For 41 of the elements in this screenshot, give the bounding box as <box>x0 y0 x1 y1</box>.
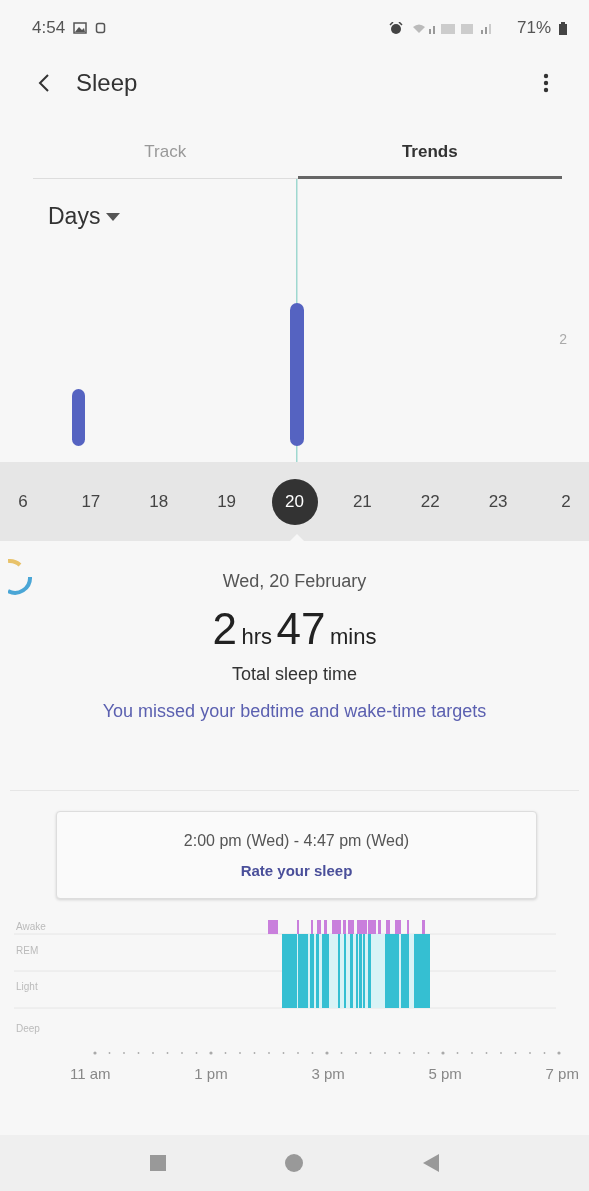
screen-title: Sleep <box>76 69 138 97</box>
selected-date: Wed, 20 February <box>222 571 367 592</box>
sleep-bar <box>72 389 85 446</box>
time-axis-label: 1 pm <box>194 1065 228 1082</box>
time-axis-label: 11 am <box>70 1065 111 1082</box>
stage-label: Awake <box>16 921 46 932</box>
date-item[interactable]: 20 <box>271 478 318 525</box>
home-icon[interactable] <box>285 1154 304 1172</box>
period-dropdown[interactable]: Days <box>40 199 129 234</box>
watch-icon <box>95 21 107 35</box>
date-item[interactable]: 18 <box>135 478 182 525</box>
recent-apps-icon[interactable] <box>149 1155 166 1171</box>
battery-percent: 71% <box>516 18 551 38</box>
time-axis-label: 7 pm <box>545 1065 579 1082</box>
back-nav-icon[interactable] <box>423 1154 440 1172</box>
axis-tick-label: 2 <box>559 331 567 347</box>
image-icon <box>73 22 88 34</box>
session-time-range: 2:00 pm (Wed) - 4:47 pm (Wed) <box>183 831 410 850</box>
date-item[interactable]: 6 <box>0 478 46 525</box>
stage-label: REM <box>16 945 39 956</box>
stage-label: Deep <box>16 1023 40 1034</box>
caret-icon <box>106 212 121 221</box>
date-item[interactable]: 21 <box>339 478 386 525</box>
status-time: 4:54 <box>32 18 66 38</box>
duration-caption: Total sleep time <box>231 664 358 685</box>
tab[interactable]: Trends <box>297 128 562 179</box>
target-message: You missed your bedtime and wake-time targets <box>102 701 487 722</box>
sleep-duration: 2 hrs 47 mins <box>212 604 377 654</box>
stage-label: Light <box>16 981 38 992</box>
time-axis-label: 5 pm <box>428 1065 462 1082</box>
date-item[interactable]: 23 <box>475 478 522 525</box>
date-item[interactable]: 22 <box>407 478 454 525</box>
battery-icon <box>559 21 567 35</box>
date-item[interactable]: 19 <box>203 478 250 525</box>
time-axis-label: 3 pm <box>311 1065 345 1082</box>
back-icon[interactable] <box>38 73 50 93</box>
more-options-icon[interactable] <box>543 73 549 93</box>
date-item[interactable]: 17 <box>67 478 114 525</box>
rate-sleep-link[interactable]: Rate your sleep <box>240 861 353 879</box>
date-item[interactable]: 2 <box>543 478 589 525</box>
alarm-icon <box>388 21 403 35</box>
